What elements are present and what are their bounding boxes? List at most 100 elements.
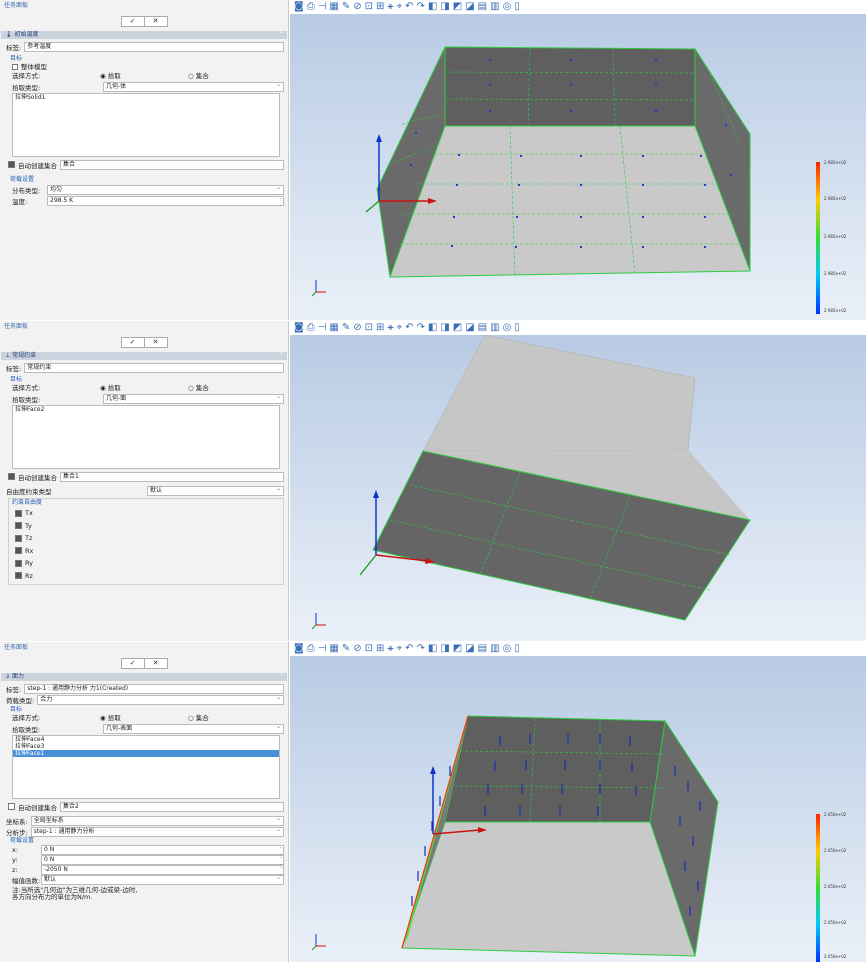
section-icon[interactable]: ⚹	[387, 643, 393, 655]
cancel-button[interactable]: ✕	[143, 337, 167, 347]
paint-icon[interactable]: ✎	[342, 643, 350, 655]
pick-type-select[interactable]: 几何-表面	[103, 723, 284, 734]
zoom-fit-icon[interactable]: ⊡	[365, 322, 373, 334]
render4-icon[interactable]: ◪	[465, 643, 474, 655]
measure-icon[interactable]: ⊣	[318, 643, 327, 655]
list-item[interactable]: 拉伸Face3	[13, 743, 279, 750]
render2-icon[interactable]: ◨	[440, 1, 449, 13]
render7-icon[interactable]: ◎	[503, 1, 512, 13]
model-canvas[interactable]	[290, 335, 866, 641]
redo-icon[interactable]: ↷	[416, 643, 424, 655]
print-icon[interactable]: ⎙	[307, 643, 315, 655]
auto-set-checkbox[interactable]	[8, 161, 15, 168]
radio-set[interactable]: ○ 集合	[188, 714, 276, 723]
list-item[interactable]: 拉伸Face4	[13, 736, 279, 743]
selection-list[interactable]: 拉伸Face4 拉伸Face3 拉伸Face1	[12, 735, 280, 799]
ok-button[interactable]: ✓	[122, 659, 144, 668]
render7-icon[interactable]: ◎	[503, 322, 512, 334]
z-input[interactable]: -2050 N	[41, 865, 284, 876]
filter-icon[interactable]: ⊘	[353, 1, 361, 13]
temperature-input[interactable]: 298.5 K	[47, 195, 284, 207]
view-cube-icon[interactable]: ◙	[294, 643, 304, 655]
grid-icon[interactable]: ▦	[329, 643, 338, 655]
model-canvas[interactable]: 2.985e+02 2.985e+02 2.985e+02 2.985e+02 …	[290, 14, 866, 320]
print-icon[interactable]: ⎙	[307, 1, 315, 13]
whole-model-toggle[interactable]: 整体模型	[12, 63, 100, 72]
select-icon[interactable]: ⌖	[396, 322, 402, 334]
section-icon[interactable]: ⚹	[387, 322, 393, 334]
radio-set[interactable]: ○ 集合	[188, 72, 276, 81]
collapse-icon[interactable]: ⌃	[279, 673, 284, 681]
redo-icon[interactable]: ↷	[416, 322, 424, 334]
label-input[interactable]: step-1 : 通用静力分析 力1(Created)	[24, 683, 284, 694]
box-icon[interactable]: ▯	[514, 643, 520, 655]
auto-set-checkbox[interactable]	[8, 473, 15, 480]
dof-checkbox[interactable]: Rx	[9, 545, 283, 558]
dof-checkbox[interactable]: Tx	[9, 507, 283, 520]
collapse-icon[interactable]: ⌃	[279, 31, 284, 39]
cancel-button[interactable]: ✕	[143, 16, 167, 26]
model-canvas[interactable]: 2.050e+02 2.050e+02 2.050e+02 2.050e+02 …	[290, 656, 866, 962]
render3-icon[interactable]: ◩	[453, 1, 462, 13]
section-header[interactable]: ⊥ 常规约束 ⌃	[1, 352, 287, 360]
render6-icon[interactable]: ▥	[490, 1, 499, 13]
select-icon[interactable]: ⌖	[396, 643, 402, 655]
render7-icon[interactable]: ◎	[503, 643, 512, 655]
render6-icon[interactable]: ▥	[490, 643, 499, 655]
grid-icon[interactable]: ▦	[329, 1, 338, 13]
render6-icon[interactable]: ▥	[490, 322, 499, 334]
select-icon[interactable]: ⌖	[396, 1, 402, 13]
radio-set[interactable]: ○ 集合	[188, 384, 276, 393]
measure-icon[interactable]: ⊣	[318, 1, 327, 13]
box-icon[interactable]: ▯	[514, 1, 520, 13]
render1-icon[interactable]: ◧	[428, 643, 437, 655]
y-input[interactable]: 0 N	[41, 855, 284, 866]
auto-set-input[interactable]: 集合2	[60, 801, 284, 812]
radio-pick[interactable]: ◉ 拾取	[100, 714, 188, 723]
dof-checkbox[interactable]: Ty	[9, 520, 283, 533]
pick-type-select[interactable]: 几何-体	[103, 81, 284, 92]
zoom-box-icon[interactable]: ⊞	[376, 643, 384, 655]
3d-viewport[interactable]: ◙ ⎙ ⊣ ▦ ✎ ⊘ ⊡ ⊞ ⚹ ⌖ ↶ ↷ ◧ ◨ ◩ ◪ ▤ ▥ ◎ ▯	[290, 0, 866, 320]
view-cube-icon[interactable]: ◙	[294, 322, 304, 334]
dof-checkbox[interactable]: Rz	[9, 570, 283, 583]
load-type-select[interactable]: 合力	[37, 694, 284, 705]
dof-checkbox[interactable]: Ry	[9, 557, 283, 570]
label-input[interactable]: 常规约束	[24, 362, 284, 373]
paint-icon[interactable]: ✎	[342, 322, 350, 334]
render4-icon[interactable]: ◪	[465, 1, 474, 13]
3d-viewport[interactable]: ◙ ⎙ ⊣ ▦ ✎ ⊘ ⊡ ⊞ ⚹ ⌖ ↶ ↷ ◧ ◨ ◩ ◪ ▤ ▥ ◎ ▯	[290, 321, 866, 641]
collapse-icon[interactable]: ⌃	[279, 352, 284, 360]
dof-type-select[interactable]: 默认	[147, 485, 284, 496]
undo-icon[interactable]: ↶	[405, 643, 413, 655]
selection-list[interactable]: 拉伸Face2	[12, 405, 280, 469]
auto-set-checkbox[interactable]	[8, 803, 15, 810]
auto-set-input[interactable]: 集合1	[60, 471, 284, 482]
print-icon[interactable]: ⎙	[307, 322, 315, 334]
ok-button[interactable]: ✓	[122, 338, 144, 347]
box-icon[interactable]: ▯	[514, 322, 520, 334]
undo-icon[interactable]: ↶	[405, 1, 413, 13]
render5-icon[interactable]: ▤	[478, 1, 487, 13]
undo-icon[interactable]: ↶	[405, 322, 413, 334]
csys-select[interactable]: 全局坐标系	[30, 815, 284, 826]
zoom-box-icon[interactable]: ⊞	[376, 1, 384, 13]
zoom-fit-icon[interactable]: ⊡	[365, 643, 373, 655]
dof-checkbox[interactable]: Tz	[9, 532, 283, 545]
auto-set-input[interactable]: 集合	[60, 159, 284, 170]
view-cube-icon[interactable]: ◙	[294, 1, 304, 13]
render2-icon[interactable]: ◨	[440, 643, 449, 655]
render2-icon[interactable]: ◨	[440, 322, 449, 334]
paint-icon[interactable]: ✎	[342, 1, 350, 13]
list-item[interactable]: 拉伸Face2	[13, 406, 279, 413]
measure-icon[interactable]: ⊣	[318, 322, 327, 334]
label-input[interactable]: 参考温度	[24, 41, 284, 52]
render3-icon[interactable]: ◩	[453, 643, 462, 655]
dist-type-select[interactable]: 均匀	[47, 184, 284, 195]
list-item[interactable]: 拉伸Face1	[13, 750, 279, 757]
grid-icon[interactable]: ▦	[329, 322, 338, 334]
section-header[interactable]: 🌡 初始温度 ⌃	[1, 31, 287, 39]
amplitude-select[interactable]: 默认	[41, 874, 284, 885]
x-input[interactable]: 0 N	[41, 845, 284, 856]
section-icon[interactable]: ⚹	[387, 1, 393, 13]
